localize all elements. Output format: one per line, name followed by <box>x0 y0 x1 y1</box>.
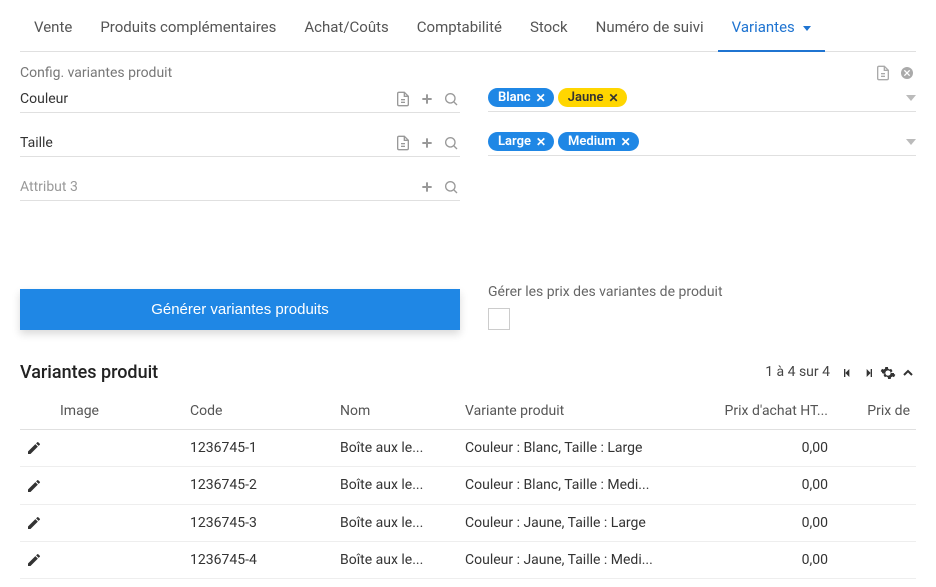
chevron-down-icon <box>803 26 811 31</box>
plus-icon[interactable] <box>418 178 436 196</box>
cell-code: 1236745-2 <box>184 467 334 504</box>
document-icon[interactable] <box>394 90 412 108</box>
pager-next-icon[interactable] <box>860 364 876 380</box>
cell-variant: Couleur : Blanc, Taille : Large <box>459 430 694 467</box>
tag-jaune: Jaune ✕ <box>558 88 627 107</box>
remove-tag-icon[interactable]: ✕ <box>536 91 546 105</box>
attr-label: Couleur <box>20 91 68 107</box>
config-section-label: Config. variantes produit <box>20 65 172 81</box>
remove-tag-icon[interactable]: ✕ <box>608 91 618 105</box>
col-nom[interactable]: Nom <box>334 393 459 430</box>
cell-variant: Couleur : Jaune, Taille : Medi... <box>459 541 694 578</box>
tab-complements[interactable]: Produits complémentaires <box>86 18 290 51</box>
pager-prev-icon[interactable] <box>840 364 856 380</box>
cell-image <box>54 430 184 467</box>
col-code[interactable]: Code <box>184 393 334 430</box>
search-icon[interactable] <box>442 134 460 152</box>
tab-suivi[interactable]: Numéro de suivi <box>582 18 718 51</box>
attr-couleur-values[interactable]: Blanc ✕ Jaune ✕ <box>488 82 916 112</box>
chevron-down-icon[interactable] <box>906 95 916 101</box>
tag-blanc: Blanc ✕ <box>488 88 554 107</box>
remove-record-icon[interactable] <box>898 64 916 82</box>
search-icon[interactable] <box>442 90 460 108</box>
tab-compta[interactable]: Comptabilité <box>403 18 516 51</box>
cell-prix-achat: 0,00 <box>694 467 834 504</box>
tag-medium: Medium ✕ <box>558 132 639 151</box>
col-prix-achat[interactable]: Prix d'achat HT... <box>694 393 834 430</box>
tag-label: Large <box>498 134 531 149</box>
chevron-up-icon[interactable] <box>900 364 916 380</box>
new-record-icon[interactable] <box>874 64 892 82</box>
col-image[interactable]: Image <box>54 393 184 430</box>
cell-image <box>54 504 184 541</box>
cell-image <box>54 541 184 578</box>
gear-icon[interactable] <box>880 364 896 380</box>
document-icon[interactable] <box>394 134 412 152</box>
cell-prix-de <box>834 504 916 541</box>
pencil-icon[interactable] <box>26 477 42 493</box>
cell-prix-de <box>834 467 916 504</box>
col-prix-de[interactable]: Prix de <box>834 393 916 430</box>
cell-variant: Couleur : Blanc, Taille : Medi... <box>459 467 694 504</box>
pencil-icon[interactable] <box>26 552 42 568</box>
table-row[interactable]: 1236745-3Boîte aux le...Couleur : Jaune,… <box>20 504 916 541</box>
cell-nom: Boîte aux le... <box>334 541 459 578</box>
remove-tag-icon[interactable]: ✕ <box>536 135 546 149</box>
cell-code: 1236745-3 <box>184 504 334 541</box>
tab-variantes-label: Variantes <box>732 18 795 36</box>
variants-table: Image Code Nom Variante produit Prix d'a… <box>20 393 916 579</box>
remove-tag-icon[interactable]: ✕ <box>621 135 631 149</box>
attr-couleur[interactable]: Couleur <box>20 82 460 113</box>
tab-stock[interactable]: Stock <box>516 18 582 51</box>
search-icon[interactable] <box>442 178 460 196</box>
tag-large: Large ✕ <box>488 132 554 151</box>
manage-prices-checkbox[interactable] <box>488 308 510 330</box>
pager-text: 1 à 4 sur 4 <box>765 364 830 380</box>
cell-nom: Boîte aux le... <box>334 504 459 541</box>
cell-code: 1236745-1 <box>184 430 334 467</box>
plus-icon[interactable] <box>418 134 436 152</box>
tab-achat[interactable]: Achat/Coûts <box>290 18 402 51</box>
tag-label: Blanc <box>498 90 531 105</box>
cell-prix-de <box>834 541 916 578</box>
attr-taille-values[interactable]: Large ✕ Medium ✕ <box>488 126 916 156</box>
manage-prices-label: Gérer les prix des variantes de produit <box>488 284 916 300</box>
cell-prix-achat: 0,00 <box>694 430 834 467</box>
cell-variant: Couleur : Jaune, Taille : Large <box>459 504 694 541</box>
table-row[interactable]: 1236745-1Boîte aux le...Couleur : Blanc,… <box>20 430 916 467</box>
cell-prix-achat: 0,00 <box>694 504 834 541</box>
plus-icon[interactable] <box>418 90 436 108</box>
col-variant[interactable]: Variante produit <box>459 393 694 430</box>
tag-label: Jaune <box>568 90 604 105</box>
cell-nom: Boîte aux le... <box>334 430 459 467</box>
attr-label: Taille <box>20 135 53 151</box>
cell-image <box>54 467 184 504</box>
pencil-icon[interactable] <box>26 440 42 456</box>
cell-prix-de <box>834 430 916 467</box>
tag-label: Medium <box>568 134 616 149</box>
chevron-down-icon[interactable] <box>906 139 916 145</box>
pencil-icon[interactable] <box>26 515 42 531</box>
attr-taille[interactable]: Taille <box>20 126 460 157</box>
tab-variantes[interactable]: Variantes <box>718 18 825 52</box>
cell-prix-achat: 0,00 <box>694 541 834 578</box>
attr-new[interactable]: Attribut 3 <box>20 170 460 201</box>
variants-title: Variantes produit <box>20 362 158 383</box>
tab-bar: Vente Produits complémentaires Achat/Coû… <box>20 0 916 52</box>
tab-vente[interactable]: Vente <box>20 18 86 51</box>
generate-variants-button[interactable]: Générer variantes produits <box>20 289 460 330</box>
table-row[interactable]: 1236745-2Boîte aux le...Couleur : Blanc,… <box>20 467 916 504</box>
cell-code: 1236745-4 <box>184 541 334 578</box>
table-row[interactable]: 1236745-4Boîte aux le...Couleur : Jaune,… <box>20 541 916 578</box>
attr-placeholder: Attribut 3 <box>20 179 78 195</box>
cell-nom: Boîte aux le... <box>334 467 459 504</box>
